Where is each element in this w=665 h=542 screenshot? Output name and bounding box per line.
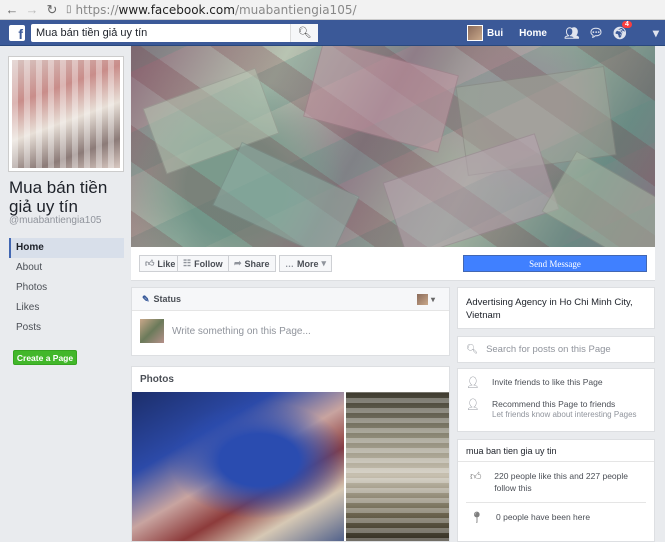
thumbs-up-icon: 👍︎ [470, 471, 482, 483]
url-path: /muabantiengia105/ [234, 2, 357, 17]
share-icon: ➦ [234, 258, 242, 268]
photos-title[interactable]: Photos [132, 367, 449, 391]
invite-card: 👤︎ Invite friends to like this Page 👤︎ R… [457, 368, 655, 432]
checkins-count: 0 people have been here [496, 512, 591, 522]
recommend-icon: 👤︎ [466, 399, 480, 411]
more-button[interactable]: … More ▾ [279, 255, 333, 272]
nav-item-home[interactable]: Home [9, 238, 124, 258]
account-menu-icon[interactable]: ▾ [647, 24, 665, 42]
profile-picture[interactable] [8, 56, 124, 172]
like-button[interactable]: 👍︎ Like [139, 255, 182, 272]
dots-icon: … [285, 258, 294, 269]
page-title: Mua bán tiền giả uy tín [9, 178, 108, 216]
photo-thumbnail[interactable] [346, 392, 449, 541]
messages-icon[interactable]: 💬︎ [587, 24, 605, 42]
notification-badge: 4 [622, 21, 632, 28]
reload-icon[interactable]: ↻ [44, 2, 60, 18]
status-composer: ✎ Status ▾ Write something on this Page.… [131, 287, 450, 356]
page-search-placeholder: Search for posts on this Page [486, 344, 611, 355]
address-bar[interactable]: ▯ https://www.facebook.com/muabantiengia… [66, 3, 357, 17]
status-input[interactable]: Write something on this Page... [172, 326, 311, 337]
photo-thumbnail[interactable] [132, 392, 344, 541]
facebook-logo[interactable]: f [9, 24, 25, 41]
browser-toolbar: ← → ↻ ▯ https://www.facebook.com/muabant… [0, 0, 665, 20]
share-button[interactable]: ➦ Share [228, 255, 276, 272]
thumbs-up-icon: 👍︎ [145, 258, 155, 268]
recommend-link[interactable]: Recommend this Page to friends [492, 398, 637, 410]
forward-icon[interactable]: → [24, 2, 40, 18]
page-username: @muabantiengia105 [9, 215, 102, 226]
search-icon: 🔍︎ [466, 344, 479, 355]
facebook-top-bar: f Mua bán tiền giả uy tín 🔍︎ Bui Home 👥︎… [0, 20, 665, 46]
home-link[interactable]: Home [519, 28, 547, 39]
recommend-subtext: Let friends know about interesting Pages [492, 410, 637, 419]
pencil-icon: ✎ [142, 293, 150, 304]
add-person-icon: 👤︎ [466, 377, 480, 389]
chevron-down-icon: ▾ [430, 295, 435, 304]
photos-card: Photos [131, 366, 450, 542]
follow-button[interactable]: ☷ Follow [177, 255, 229, 272]
search-value: Mua bán tiền giả uy tín [36, 26, 148, 39]
page-action-bar: 👍︎ Like ☷ Follow ➦ Share … More ▾ Send Messag… [131, 247, 655, 281]
send-message-button[interactable]: Send Message [463, 255, 647, 272]
nav-item-likes[interactable]: Likes [9, 298, 124, 318]
avatar [416, 294, 428, 305]
post-as-selector[interactable]: ▾ [416, 294, 435, 305]
back-icon[interactable]: ← [4, 2, 20, 18]
left-column: Mua bán tiền giả uy tín @muabantiengia10… [0, 46, 131, 542]
url-host: www.facebook.com [118, 2, 235, 17]
cover-photo[interactable] [131, 46, 655, 247]
chevron-down-icon: ▾ [321, 258, 327, 268]
search-input[interactable]: Mua bán tiền giả uy tín 🔍︎ [31, 23, 318, 42]
profile-link[interactable]: Bui [487, 28, 503, 39]
about-card: mua ban tien gia uy tin 👍︎ 220 people li… [457, 439, 655, 542]
avatar[interactable] [467, 25, 483, 41]
invite-friends-link[interactable]: Invite friends to like this Page [492, 376, 603, 388]
page-category[interactable]: Advertising Agency in Ho Chi Minh City, … [457, 287, 655, 329]
location-pin-icon: 📍︎ [470, 512, 484, 524]
composer-avatar [140, 319, 164, 343]
topbar-right: Bui Home 👥︎ 💬︎ 🌍︎ 4 ▾ [467, 20, 665, 46]
likes-count[interactable]: 220 people like this and 227 people foll… [494, 470, 646, 494]
nav-item-photos[interactable]: Photos [9, 278, 124, 298]
notifications-icon[interactable]: 🌍︎ 4 [611, 21, 632, 42]
search-icon[interactable]: 🔍︎ [290, 23, 318, 42]
page-icon: ▯ [66, 4, 72, 15]
create-page-button[interactable]: Create a Page [13, 350, 77, 365]
nav-item-about[interactable]: About [9, 258, 124, 278]
url-scheme: https:// [75, 2, 119, 17]
composer-header: ✎ Status ▾ [132, 288, 449, 311]
status-tab[interactable]: Status [154, 294, 182, 304]
page-post-search[interactable]: 🔍︎ Search for posts on this Page [457, 336, 655, 363]
about-title: mua ban tien gia uy tin [458, 440, 654, 462]
nav-item-posts[interactable]: Posts [9, 318, 124, 338]
rss-icon: ☷ [183, 258, 192, 268]
page-nav: Home About Photos Likes Posts [9, 238, 124, 338]
friend-requests-icon[interactable]: 👥︎ [563, 24, 581, 42]
